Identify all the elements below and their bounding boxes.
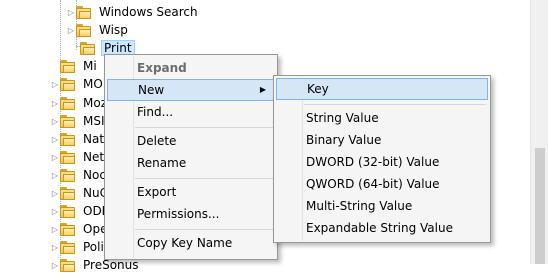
folder-icon [60,132,76,146]
tree-node-label: Mi [83,59,97,73]
submenu-item-string-value[interactable]: String Value [276,107,488,129]
menu-item-find[interactable]: Find... [107,101,275,123]
submenu-item-qword-value[interactable]: QWORD (64-bit) Value [276,173,488,195]
chevron-right-icon[interactable]: ▷ [50,95,60,111]
tree-node-label: MSI [83,114,105,128]
tree-node[interactable]: ▷ Nets [50,147,112,167]
tree-node[interactable]: ▷ NuC [50,183,110,203]
submenu-item-dword-value[interactable]: DWORD (32-bit) Value [276,151,488,173]
tree-node-windows-search[interactable]: ▷ Windows Search [66,2,200,22]
tree-node-label: Wisp [99,23,128,37]
tree-node[interactable]: Mi [50,56,99,76]
chevron-right-icon[interactable]: ▷ [50,149,60,165]
folder-icon [60,222,76,236]
menu-item-permissions[interactable]: Permissions... [107,203,275,225]
folder-icon [60,240,76,254]
tree-node[interactable]: ▷ Poli [50,237,106,257]
tree-node-label: MO [83,77,103,91]
menu-item-new[interactable]: New ▶ [107,79,275,101]
tree-node-wisp[interactable]: ▷ Wisp [66,20,130,40]
new-submenu: Key String Value Binary Value DWORD (32-… [273,75,491,243]
vertical-scrollbar[interactable] [530,0,548,264]
chevron-right-icon[interactable]: ▷ [50,131,60,147]
submenu-arrow-icon: ▶ [259,85,266,94]
menu-item-delete[interactable]: Delete [107,130,275,152]
chevron-right-icon[interactable]: ▷ [66,22,76,38]
folder-icon [80,41,96,55]
tree-node-label: Windows Search [99,5,198,19]
folder-icon [60,186,76,200]
folder-icon [60,96,76,110]
folder-icon [60,77,76,91]
chevron-right-icon[interactable]: ▷ [50,76,60,92]
context-menu: Expand New ▶ Find... Delete Rename Expor… [104,54,278,260]
tree-node-label: Poli [83,240,104,254]
folder-icon [60,150,76,164]
menu-item-export[interactable]: Export [107,181,275,203]
submenu-item-multi-string-value[interactable]: Multi-String Value [276,195,488,217]
folder-icon [76,5,92,19]
folder-icon [60,168,76,182]
tree-node[interactable]: ▷ Noc [50,165,108,185]
folder-icon [60,258,76,272]
chevron-right-icon[interactable]: ▷ [50,185,60,201]
chevron-right-icon[interactable]: ▷ [50,221,60,237]
tree-node[interactable]: ▷ Nati [50,129,109,149]
tree-node[interactable]: ▷ MO [50,74,105,94]
submenu-item-key[interactable]: Key [276,78,488,100]
menu-separator [135,229,273,230]
submenu-item-binary-value[interactable]: Binary Value [276,129,488,151]
tree-node[interactable]: ▷ Moz [50,93,109,113]
tree-node[interactable]: ▷ ODE [50,201,111,221]
menu-item-expand: Expand [137,61,187,75]
scrollbar-thumb[interactable] [535,148,545,264]
folder-icon [60,114,76,128]
tree-node[interactable]: ▷ MSI [50,111,107,131]
chevron-right-icon[interactable]: ▷ [50,257,60,273]
chevron-right-icon[interactable]: ▷ [66,4,76,20]
folder-icon [76,23,92,37]
menu-separator [135,127,273,128]
chevron-right-icon[interactable]: ▷ [50,203,60,219]
chevron-right-icon[interactable]: ▷ [50,167,60,183]
menu-separator [304,104,486,105]
menu-item-copy-key-name[interactable]: Copy Key Name [107,232,275,254]
folder-icon [60,204,76,218]
tree-node[interactable]: ▷ Ope [50,219,109,239]
chevron-right-icon[interactable]: ▷ [50,113,60,129]
folder-icon [60,59,76,73]
menu-separator [135,178,273,179]
menu-item-rename[interactable]: Rename [107,152,275,174]
submenu-item-expandable-string-value[interactable]: Expandable String Value [276,217,488,239]
chevron-right-icon[interactable]: ▷ [50,239,60,255]
